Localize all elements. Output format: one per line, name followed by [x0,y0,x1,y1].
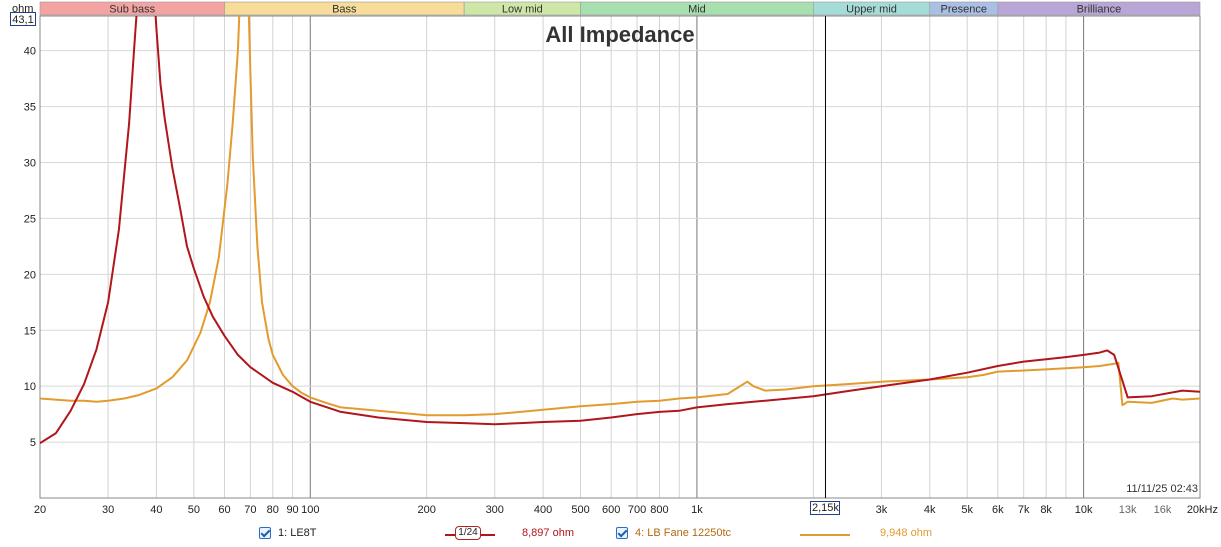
y-tick-label: 30 [24,158,36,170]
smoothing-button[interactable]: 1/24 [455,526,481,540]
band-label: Bass [332,4,357,16]
x-tick-label: 6k [992,504,1004,516]
x-tick-label: 200 [417,504,435,516]
band-label: Brilliance [1077,4,1122,16]
x-tick-label: 100 [301,504,319,516]
x-tick-label: 80 [267,504,279,516]
series2-checkbox[interactable] [616,527,628,539]
y-tick-label: 5 [30,437,36,449]
y-tick-label: 10 [24,381,36,393]
x-tick-label: 600 [602,504,620,516]
x-tick-label: 400 [534,504,552,516]
series1-label: 1: LE8T [278,527,317,539]
legend: 1: LE8T 1/24 8,897 ohm 4: LB Fane 12250t… [0,525,1221,545]
x-tick-label: 70 [244,504,256,516]
series2-value: 9,948 ohm [880,527,932,539]
band-label: Upper mid [846,4,897,16]
impedance-chart: Sub bass Bass Low mid Mid Upper mid Presence B… [12,1,1218,516]
x-tick-label: 50 [188,504,200,516]
band-label: Sub bass [109,4,155,16]
x-axis: 20 30 40 50 60 70 80 90 100 200 300 400 500 600 700 800… [34,504,1218,516]
x-tick-label: 500 [571,504,589,516]
y-tick-label: 25 [24,213,36,225]
timestamp: 11/11/25 02:43 [1126,483,1198,495]
x-tick-label: 10k [1075,504,1093,516]
chart-title: All Impedance [545,22,694,47]
y-tick-label: 20 [24,269,36,281]
y-tick-label: 40 [24,46,36,58]
y-cursor-readout[interactable]: 43,1 [10,12,36,26]
series1-value: 8,897 ohm [522,527,574,539]
x-tick-label: 8k [1040,504,1052,516]
x-tick-label: 7k [1018,504,1030,516]
x-cursor-readout[interactable]: 2,15k [810,501,841,515]
x-tick-label: 13k [1119,504,1137,516]
band-label: Presence [941,4,987,16]
x-tick-label: 4k [924,504,936,516]
x-tick-label: 700 [628,504,646,516]
plot-area[interactable] [40,16,1200,498]
x-tick-label: 5k [961,504,973,516]
x-tick-label: 20kHz [1187,504,1218,516]
x-tick-label: 3k [876,504,888,516]
x-tick-label: 16k [1154,504,1172,516]
band-label: Low mid [502,4,543,16]
x-tick-label: 20 [34,504,46,516]
x-tick-label: 90 [286,504,298,516]
y-tick-label: 35 [24,102,36,114]
series2-swatch[interactable] [800,534,850,536]
y-axis: 5 10 15 20 25 30 35 40 [24,46,36,449]
series2-label: 4: LB Fane 12250tc [635,527,732,539]
frequency-band-bar[interactable]: Sub bass Bass Low mid Mid Upper mid Presence B… [39,1,1201,16]
x-tick-label: 60 [218,504,230,516]
y-tick-label: 15 [24,325,36,337]
series1-checkbox[interactable] [259,527,271,539]
x-tick-label: 300 [486,504,504,516]
x-tick-label: 1k [691,504,703,516]
x-tick-label: 40 [150,504,162,516]
x-tick-label: 30 [102,504,114,516]
x-tick-label: 800 [650,504,668,516]
band-label: Mid [688,4,706,16]
